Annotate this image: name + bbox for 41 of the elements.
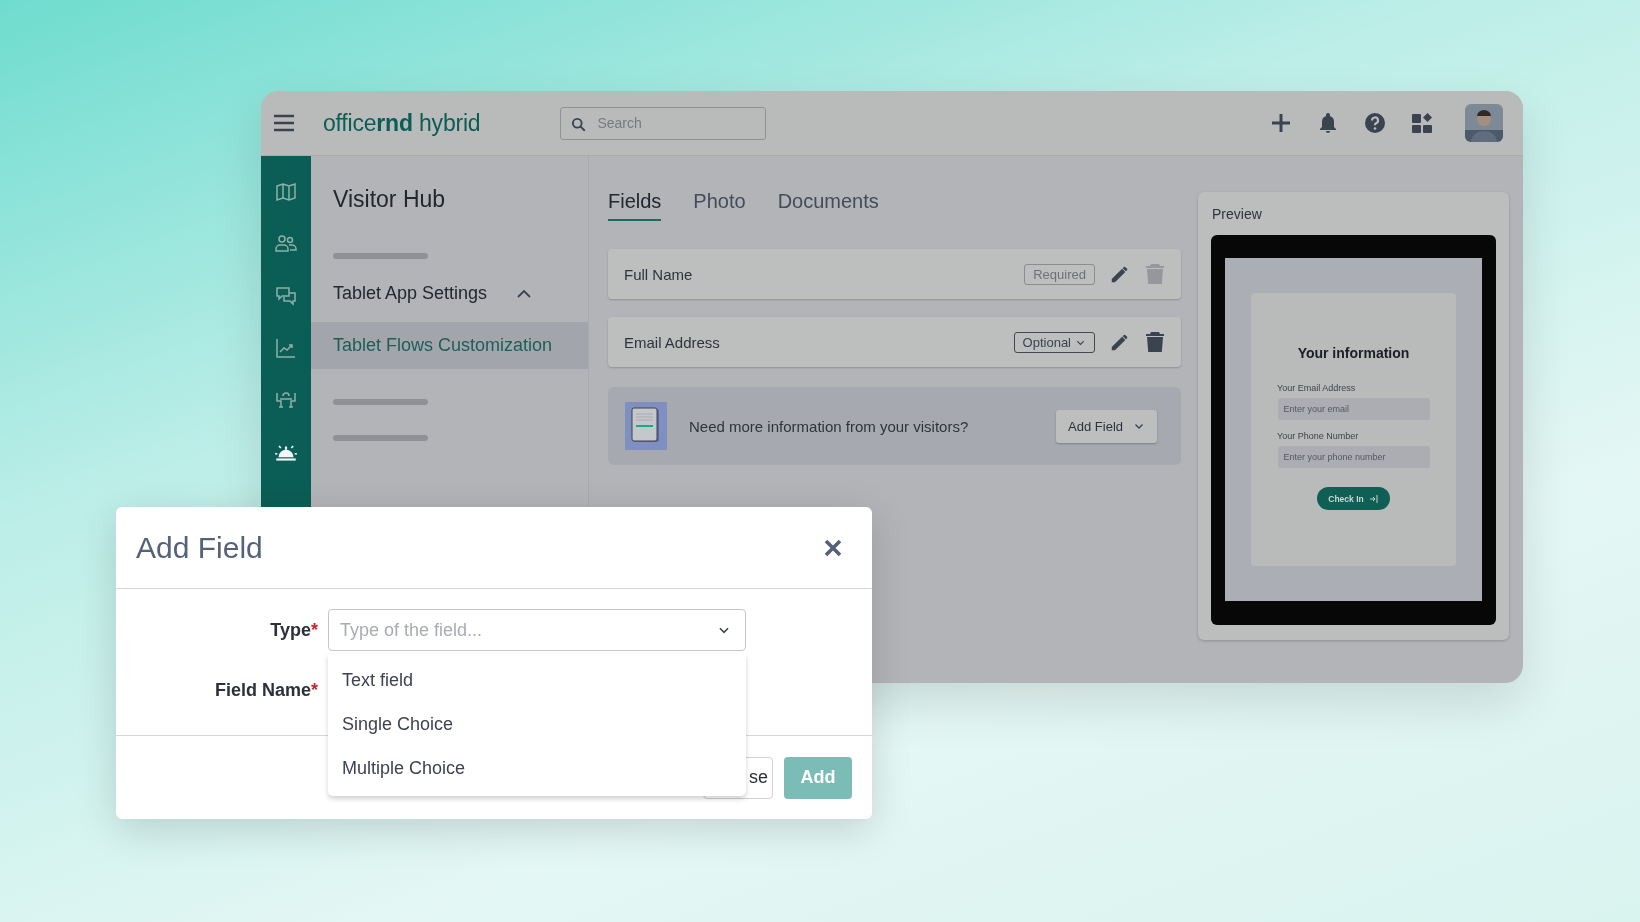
map-icon[interactable] (274, 180, 298, 204)
nav-item[interactable]: Tablet Flows Customization (311, 322, 588, 369)
input-field[interactable]: Enter your email (1277, 398, 1430, 420)
field-label: Type* (269, 619, 319, 641)
search-field[interactable]: Search (560, 106, 767, 140)
requirement-badge: Required (1024, 263, 1095, 285)
close-button[interactable] (824, 538, 842, 557)
trash-icon[interactable] (1145, 331, 1165, 353)
menu-option[interactable]: Single Choice (328, 702, 746, 746)
section-title: Visitor Hub (333, 186, 447, 213)
dialog-title: Add Field (136, 530, 263, 565)
tab[interactable]: Photo (693, 190, 746, 221)
menu-icon[interactable] (273, 114, 295, 132)
menu-option[interactable]: Multiple Choice (328, 746, 746, 790)
avatar[interactable] (1465, 104, 1503, 142)
chevron-up-icon (517, 288, 532, 299)
logo[interactable]: officernd hybrid (323, 109, 481, 137)
sign-in-icon (1368, 493, 1379, 504)
field-name: Full Name (624, 265, 694, 283)
field-name: Email Address (624, 333, 721, 351)
input-label: Your Email Address (1277, 383, 1356, 393)
chat-icon[interactable] (274, 284, 298, 308)
check-in-button[interactable]: Check In (1317, 487, 1390, 510)
requirement-dropdown[interactable]: Optional (1013, 331, 1095, 353)
help-icon (1363, 111, 1387, 135)
preview-title: Preview (1212, 206, 1263, 222)
tab[interactable]: Documents (777, 190, 879, 221)
banner-text: Need more information from your visitors? (689, 417, 970, 435)
input-field[interactable]: Enter your phone number (1277, 446, 1430, 468)
input-label: Your Phone Number (1277, 431, 1359, 441)
nav-group[interactable]: Tablet App Settings (311, 279, 588, 322)
field-label: Field Name* (213, 679, 319, 701)
form-title: Your information (1297, 345, 1410, 361)
tablet-illustration-icon (625, 402, 667, 450)
tab[interactable]: Fields (608, 190, 662, 221)
add-field-button[interactable]: Add Field (1056, 409, 1157, 443)
menu-option[interactable]: Text field (328, 658, 746, 702)
search-icon (571, 116, 587, 132)
chart-icon[interactable] (274, 336, 298, 360)
apps-icon (1410, 111, 1434, 135)
add-icon (1269, 111, 1293, 135)
